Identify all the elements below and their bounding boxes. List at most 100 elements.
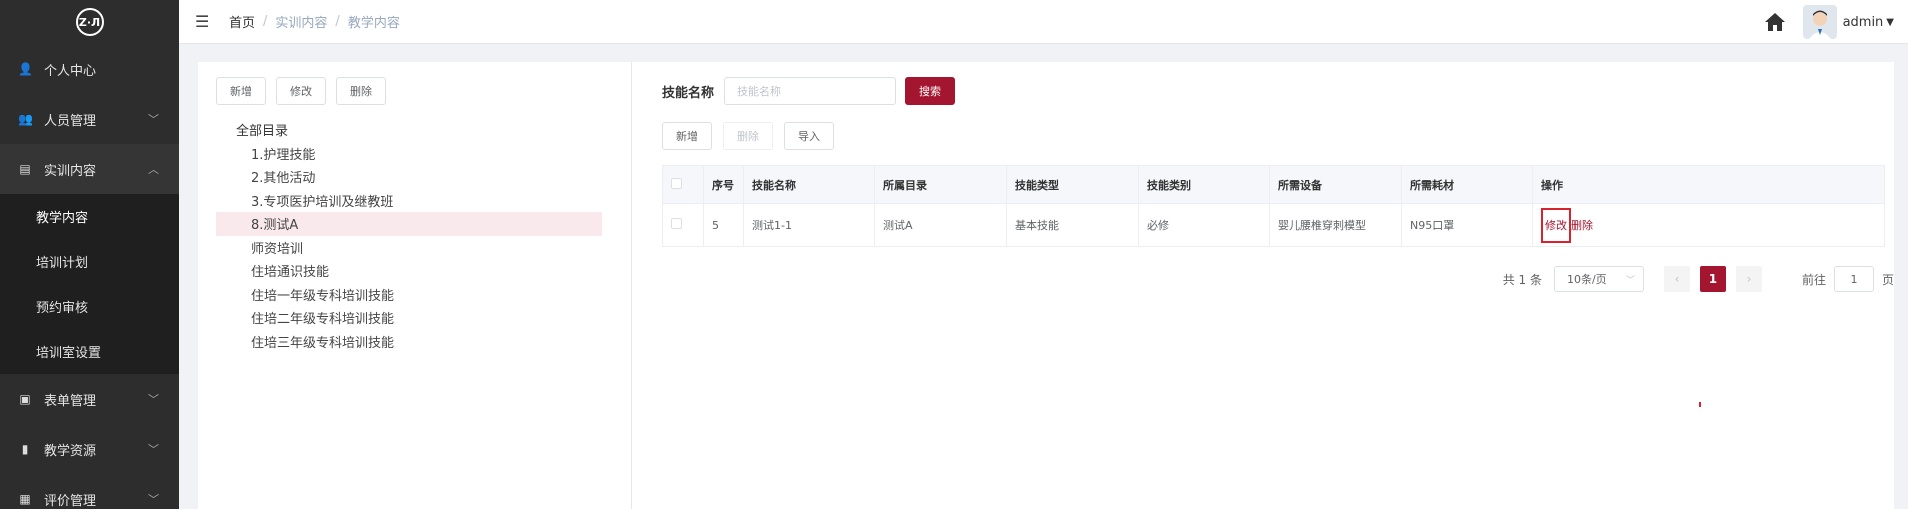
pagination: 共 1 条 10条/页 ﹀ ‹ 1 › 前往 1 页 <box>1503 266 1894 292</box>
row-select-cell <box>662 203 704 247</box>
sidebar-sub-item-teaching-content[interactable]: 教学内容 <box>0 194 179 239</box>
form-icon: ▣ <box>19 392 31 406</box>
breadcrumb-teaching-content: 教学内容 <box>347 16 400 31</box>
evaluation-icon: ▦ <box>19 492 31 506</box>
row-delete-link[interactable]: 删除 <box>1571 219 1593 232</box>
sidebar-item-form-management[interactable]: ▣ 表单管理 ﹀ <box>0 374 179 424</box>
caret-down-icon[interactable]: ▼ <box>1886 17 1894 28</box>
menu-toggle-icon[interactable]: ☰ <box>195 12 211 31</box>
avatar-image <box>1802 5 1837 39</box>
column-header: 技能类别 <box>1138 165 1270 204</box>
tree-node[interactable]: 住培二年级专科培训技能 <box>216 306 602 330</box>
breadcrumb: 首页 / 实训内容 / 教学内容 <box>229 12 400 31</box>
sidebar-sub-item-booking-review[interactable]: 预约审核 <box>0 284 179 329</box>
sidebar-item-label: 个人中心 <box>44 63 97 79</box>
page-size-value: 10条/页 <box>1566 273 1607 286</box>
prev-page-button[interactable]: ‹ <box>1663 266 1690 292</box>
directory-pane: 新增 修改 删除 全部目录 1.护理技能 2.其他活动 3.专项医护培训及继教班… <box>198 62 632 509</box>
goto-page-input[interactable]: 1 <box>1833 266 1874 292</box>
sidebar-item-staff-management[interactable]: 👥 人员管理 ﹀ <box>0 94 179 144</box>
users-icon: 👥 <box>18 112 33 126</box>
tree-node[interactable]: 3.专项医护培训及继教班 <box>216 189 602 213</box>
cell-consumables: N95口罩 <box>1401 203 1533 247</box>
select-all-cell <box>662 165 704 204</box>
top-header: ☰ 首页 / 实训内容 / 教学内容 admin ▼ <box>179 0 1908 44</box>
logo-mark: Z·Л <box>75 8 104 36</box>
skills-table: 序号 技能名称 所属目录 技能类型 技能类别 所需设备 所需耗材 操作 5 测试… <box>662 165 1885 247</box>
tree-node[interactable]: 住培三年级专科培训技能 <box>216 330 602 354</box>
avatar[interactable] <box>1802 5 1837 39</box>
directory-delete-button[interactable]: 删除 <box>336 77 386 105</box>
tree-root[interactable]: 全部目录 <box>216 118 602 142</box>
breadcrumb-separator: / <box>263 14 268 29</box>
home-icon[interactable] <box>1763 10 1787 34</box>
total-count: 共 1 条 <box>1502 272 1542 287</box>
chevron-down-icon: ﹀ <box>148 493 159 506</box>
directory-add-button[interactable]: 新增 <box>216 77 266 105</box>
user-icon: 👤 <box>18 62 33 76</box>
tree-node[interactable]: 1.护理技能 <box>216 142 602 166</box>
tree-node[interactable]: 住培一年级专科培训技能 <box>216 283 602 307</box>
sidebar-item-personal-center[interactable]: 👤 个人中心 <box>0 44 179 94</box>
select-all-checkbox[interactable] <box>671 177 682 189</box>
table-toolbar: 新增 删除 导入 <box>662 122 834 150</box>
sidebar-item-evaluation-management[interactable]: ▦ 评价管理 ﹀ <box>0 474 179 509</box>
book-icon: ▤ <box>19 162 31 176</box>
tree-node-selected[interactable]: 8.测试A <box>216 212 602 236</box>
import-button[interactable]: 导入 <box>784 122 834 150</box>
directory-tree: 全部目录 1.护理技能 2.其他活动 3.专项医护培训及继教班 8.测试A 师资… <box>216 118 602 353</box>
tree-node[interactable]: 住培通识技能 <box>216 259 602 283</box>
skills-pane: 技能名称 技能名称 搜索 新增 删除 导入 序号 技能名称 所属目录 技能类型 … <box>632 62 1894 509</box>
column-header: 技能名称 <box>743 165 875 204</box>
sidebar-item-label: 评价管理 <box>44 493 97 509</box>
next-page-button[interactable]: › <box>1735 266 1762 292</box>
cell-skill-category: 必修 <box>1138 203 1270 247</box>
cell-skill-name: 测试1-1 <box>743 203 875 247</box>
page-number-button[interactable]: 1 <box>1699 266 1726 292</box>
resource-icon: ▮ <box>21 442 29 456</box>
cell-operations: 修改 删除 <box>1532 203 1885 247</box>
column-header: 所属目录 <box>874 165 1007 204</box>
tree-node[interactable]: 师资培训 <box>216 236 602 260</box>
chevron-down-icon: ﹀ <box>148 393 159 406</box>
sidebar-submenu: 教学内容 培训计划 预约审核 培训室设置 <box>0 194 179 374</box>
goto-page: 前往 1 页 <box>1802 266 1894 292</box>
breadcrumb-separator: / <box>335 14 340 29</box>
column-header: 所需设备 <box>1269 165 1402 204</box>
goto-suffix: 页 <box>1881 272 1894 287</box>
table-header-row: 序号 技能名称 所属目录 技能类型 技能类别 所需设备 所需耗材 操作 <box>662 165 1885 204</box>
column-header: 序号 <box>703 165 744 204</box>
breadcrumb-home[interactable]: 首页 <box>229 12 255 31</box>
row-checkbox[interactable] <box>671 218 682 229</box>
column-header: 操作 <box>1532 165 1885 204</box>
row-edit-link[interactable]: 修改 <box>1541 208 1571 243</box>
sidebar-item-label: 教学资源 <box>44 443 97 459</box>
chevron-down-icon: ﹀ <box>148 113 159 126</box>
search-label: 技能名称 <box>662 85 715 101</box>
directory-edit-button[interactable]: 修改 <box>276 77 326 105</box>
search-button[interactable]: 搜索 <box>905 77 956 105</box>
page-size-select[interactable]: 10条/页 ﹀ <box>1553 266 1644 292</box>
column-header: 所需耗材 <box>1401 165 1533 204</box>
sidebar-item-training-content[interactable]: ▤ 实训内容 ︿ <box>0 144 179 194</box>
sidebar: Z·Л 👤 个人中心 👥 人员管理 ﹀ ▤ 实训内容 ︿ 教学内容 培训计划 预… <box>0 0 179 509</box>
sidebar-sub-item-training-plan[interactable]: 培训计划 <box>0 239 179 284</box>
chevron-down-icon: ﹀ <box>1625 276 1635 286</box>
main-content: 新增 修改 删除 全部目录 1.护理技能 2.其他活动 3.专项医护培训及继教班… <box>198 62 1894 509</box>
delete-skill-button[interactable]: 删除 <box>723 122 773 150</box>
username[interactable]: admin <box>1843 15 1884 30</box>
red-marker <box>1699 402 1701 407</box>
search-row: 技能名称 技能名称 搜索 <box>662 77 956 105</box>
skill-name-search-input[interactable]: 技能名称 <box>724 77 897 105</box>
breadcrumb-training-content[interactable]: 实训内容 <box>275 12 327 31</box>
tree-node[interactable]: 2.其他活动 <box>216 165 602 189</box>
add-skill-button[interactable]: 新增 <box>662 122 712 150</box>
sidebar-item-teaching-resources[interactable]: ▮ 教学资源 ﹀ <box>0 424 179 474</box>
chevron-down-icon: ﹀ <box>148 443 159 456</box>
column-header: 技能类型 <box>1006 165 1139 204</box>
sidebar-item-label: 表单管理 <box>44 393 97 409</box>
sidebar-sub-item-room-settings[interactable]: 培训室设置 <box>0 329 179 374</box>
header-right: admin ▼ <box>1763 0 1894 44</box>
cell-index: 5 <box>703 203 744 247</box>
goto-prefix: 前往 <box>1801 272 1826 287</box>
